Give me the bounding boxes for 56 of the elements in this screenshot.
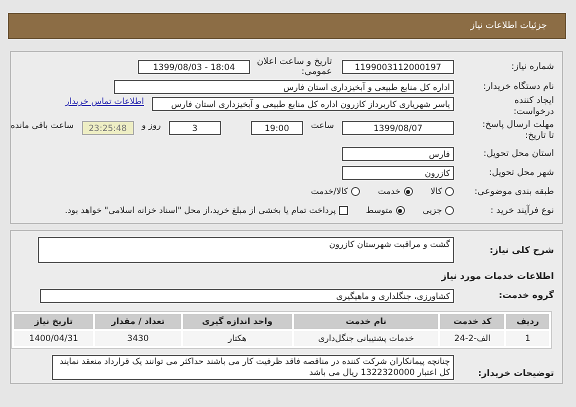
column-header: تعداد / مقدار [95, 314, 181, 329]
buyer-field: اداره کل منابع طبیعی و آبخیزداری استان فارس [114, 80, 454, 94]
radio-button[interactable] [445, 206, 454, 215]
table-cell: خدمات پشتیبانی جنگل‌داری [294, 331, 438, 346]
column-header: نام خدمت [294, 314, 438, 329]
option-label: کالا/خدمت [310, 186, 348, 196]
option-label: جزیی [422, 206, 442, 216]
province-field: فارس [342, 146, 454, 160]
column-header: کد خدمت [440, 314, 504, 329]
announce-date-field: 1399/08/03 - 18:04 [138, 60, 250, 74]
table-cell: 1 [506, 331, 549, 346]
section-heading: اطلاعات خدمات مورد نیاز [441, 272, 554, 282]
column-header: تاریخ نیاز [14, 314, 94, 329]
field-label: مهلت ارسال پاسخ: تا تاریخ: [481, 120, 554, 142]
deadline-date-field: 1399/08/07 [342, 121, 454, 135]
days-field: 3 [168, 121, 221, 135]
days-label: روز و [142, 121, 161, 131]
city-field: کازرون [342, 166, 454, 180]
field-label: گروه خدمت: [498, 290, 554, 300]
field-label: طبقه بندی موضوعی: [473, 186, 554, 196]
buyer-contact-link[interactable]: اطلاعات تماس خریدار [65, 97, 144, 107]
field-label: استان محل تحویل: [482, 148, 554, 158]
need-number-field: 1199003112000197 [342, 60, 454, 74]
table-cell: هکتار [182, 331, 292, 346]
option-label: خدمت [378, 186, 401, 196]
field-label: شماره نیاز: [510, 62, 554, 72]
service-group-field: کشاورزی، جنگلداری و ماهیگیری [40, 288, 454, 302]
table-cell: 3430 [95, 331, 181, 346]
column-header: واحد اندازه گیری [182, 314, 292, 329]
field-label: ایجاد کننده درخواست: [512, 96, 554, 118]
note-text: چنانچه پیمانکاران شرکت کننده در مناقصه فاقد ظرفیت کار می باشند حداکثر می توانند یک قرارداد منعقد نمایند [58, 357, 450, 368]
field-label: تاریخ و ساعت اعلان عمومی: [256, 57, 332, 77]
option-label: متوسط [366, 206, 393, 216]
field-label: شهر محل تحویل: [488, 168, 554, 178]
field-label: نام دستگاه خریدار: [482, 82, 554, 92]
column-header: ردیف [506, 314, 549, 329]
table-cell: 1400/04/31 [14, 331, 94, 346]
checkbox[interactable] [338, 206, 348, 215]
field-label: شرح کلی نیاز: [488, 246, 554, 256]
option-label: پرداخت تمام یا بخشی از مبلغ خرید،از محل "اسناد خزانه اسلامی" خواهد بود. [64, 206, 336, 216]
note-text: کل اعتبار 1322320000 ریال می باشد [308, 368, 450, 378]
field-label: توضیحات خریدار: [477, 369, 554, 379]
radio-button[interactable] [396, 206, 405, 215]
radio-button[interactable] [404, 187, 413, 196]
remaining-time-field: 23:25:48 [82, 121, 134, 135]
page-title: جزئیات اطلاعات نیاز [470, 21, 547, 31]
summary-field: گشت و مراقبت شهرستان کازرون [38, 237, 454, 263]
radio-button[interactable] [445, 187, 454, 196]
remaining-label: ساعت باقی مانده [10, 121, 74, 131]
option-label: کالا [430, 186, 442, 196]
deadline-time-field: 19:00 [250, 121, 303, 135]
field-label: نوع فرآیند خرید : [489, 206, 554, 216]
creator-field: یاسر شهریاری کاربرداز کازرون اداره کل منابع طبیعی و آبخیزداری استان فارس [152, 97, 454, 111]
time-label: ساعت [310, 121, 334, 131]
table-cell: الف-2-24 [440, 331, 504, 346]
radio-button[interactable] [350, 187, 360, 196]
